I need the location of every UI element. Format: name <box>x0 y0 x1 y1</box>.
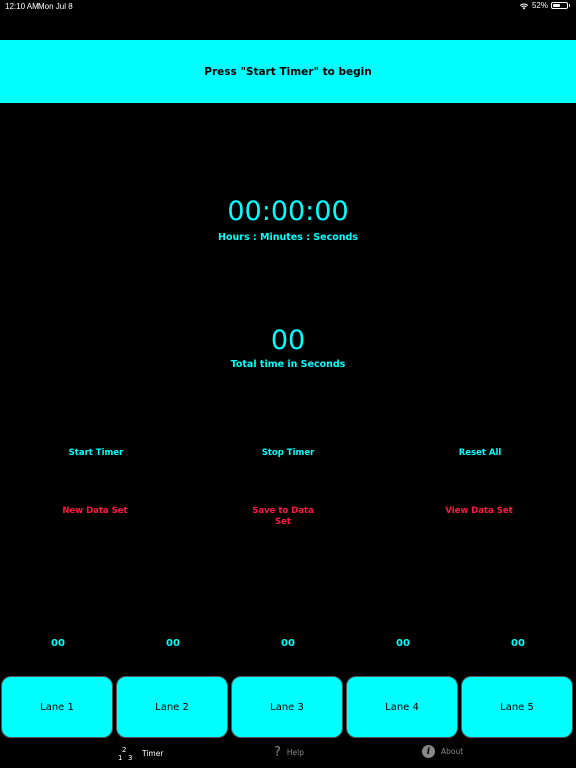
question-mark-icon: ? <box>274 745 281 760</box>
lane-4-label: Lane 4 <box>385 701 419 713</box>
lane-2-time: 00 <box>166 638 180 649</box>
status-date: Mon Jul 8 <box>38 2 73 11</box>
battery-fill <box>553 4 560 7</box>
total-seconds-label: Total time in Seconds <box>230 359 346 370</box>
new-data-set-button[interactable]: New Data Set <box>56 506 134 517</box>
lane-1-button[interactable]: Lane 1 <box>1 676 113 738</box>
info-icon: i <box>422 745 435 758</box>
main-timer-label: Hours : Minutes : Seconds <box>218 232 358 243</box>
lane-3-time: 00 <box>281 638 295 649</box>
wifi-icon <box>519 3 529 9</box>
reset-all-button[interactable]: Reset All <box>420 448 540 459</box>
tab-about[interactable]: i About <box>422 745 463 758</box>
lane-2-button[interactable]: Lane 2 <box>116 676 228 738</box>
lane-3-label: Lane 3 <box>270 701 304 713</box>
status-time: 12:10 AM <box>5 2 39 11</box>
lane-4-button[interactable]: Lane 4 <box>346 676 458 738</box>
status-bar: 12:10 AM Mon Jul 8 52% <box>0 0 576 14</box>
tab-help[interactable]: ? Help <box>274 745 304 760</box>
lane-2-label: Lane 2 <box>155 701 189 713</box>
lane-1-label: Lane 1 <box>40 701 74 713</box>
lane-5-time: 00 <box>511 638 525 649</box>
tab-help-label: Help <box>286 748 305 757</box>
battery-icon <box>551 2 570 9</box>
lane-5-button[interactable]: Lane 5 <box>461 676 573 738</box>
tab-about-label: About <box>441 747 464 756</box>
banner-message: Press "Start Timer" to begin <box>204 65 372 78</box>
timer-123-icon: 1 2 3 <box>118 746 133 762</box>
lane-5-label: Lane 5 <box>500 701 534 713</box>
tab-timer-label: Timer <box>142 748 164 758</box>
main-timer-display: 00:00:00 <box>227 196 349 227</box>
lane-4-time: 00 <box>396 638 410 649</box>
tab-bar: 1 2 3 Timer ? Help i About <box>0 740 576 768</box>
save-to-data-set-button[interactable]: Save to Data Set <box>244 506 322 528</box>
lane-1-time: 00 <box>51 638 65 649</box>
start-timer-button[interactable]: Start Timer <box>36 448 156 459</box>
tab-timer[interactable]: 1 2 3 Timer <box>118 745 164 762</box>
app-window: 12:10 AM Mon Jul 8 52% Press "Start Time… <box>0 0 576 768</box>
lane-3-button[interactable]: Lane 3 <box>231 676 343 738</box>
instruction-banner: Press "Start Timer" to begin <box>0 40 576 103</box>
status-indicators: 52% <box>519 1 570 10</box>
stop-timer-button[interactable]: Stop Timer <box>228 448 348 459</box>
battery-percent: 52% <box>531 1 548 10</box>
total-seconds-display: 00 <box>270 325 306 356</box>
view-data-set-button[interactable]: View Data Set <box>440 506 518 517</box>
